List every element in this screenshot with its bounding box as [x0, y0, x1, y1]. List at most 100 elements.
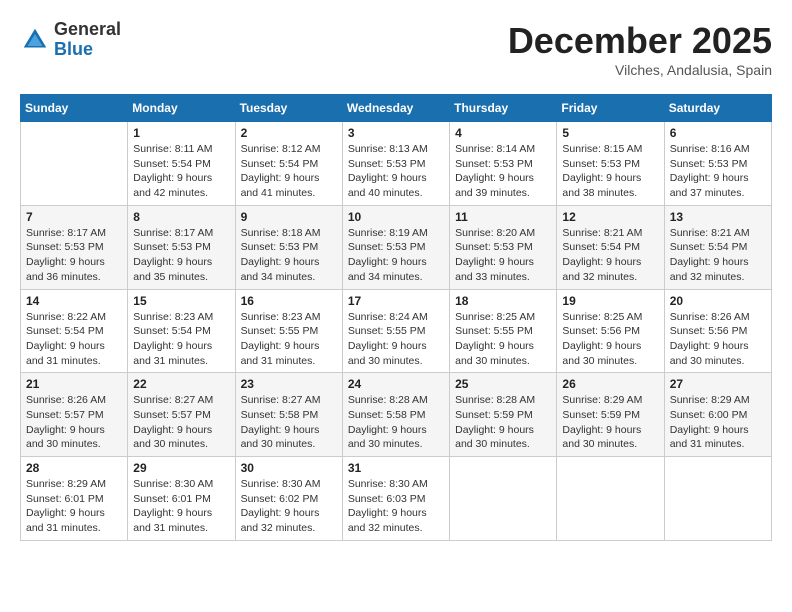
day-number: 20 — [670, 294, 766, 308]
calendar-cell — [557, 457, 664, 541]
day-info: Sunrise: 8:26 AMSunset: 5:57 PMDaylight:… — [26, 393, 122, 452]
day-number: 7 — [26, 210, 122, 224]
logo-text: General Blue — [54, 20, 121, 60]
calendar-cell: 20 Sunrise: 8:26 AMSunset: 5:56 PMDayligh… — [664, 289, 771, 373]
calendar-cell: 11 Sunrise: 8:20 AMSunset: 5:53 PMDayligh… — [450, 205, 557, 289]
day-number: 27 — [670, 377, 766, 391]
calendar-cell: 16 Sunrise: 8:23 AMSunset: 5:55 PMDayligh… — [235, 289, 342, 373]
calendar-cell: 17Sunrise: 8:24 AMSunset: 5:55 PMDayligh… — [342, 289, 449, 373]
day-info: Sunrise: 8:25 AMSunset: 5:56 PMDaylight:… — [562, 310, 658, 369]
calendar-body: 1 Sunrise: 8:11 AMSunset: 5:54 PMDaylight… — [21, 122, 772, 541]
calendar-cell — [450, 457, 557, 541]
day-info: Sunrise: 8:26 AMSunset: 5:56 PMDaylight:… — [670, 310, 766, 369]
logo-icon — [20, 25, 50, 55]
day-number: 25 — [455, 377, 551, 391]
calendar-cell — [664, 457, 771, 541]
calendar-week-row: 28 Sunrise: 8:29 AMSunset: 6:01 PMDayligh… — [21, 457, 772, 541]
day-info: Sunrise: 8:15 AMSunset: 5:53 PMDaylight:… — [562, 142, 658, 201]
calendar-cell: 14 Sunrise: 8:22 AMSunset: 5:54 PMDayligh… — [21, 289, 128, 373]
weekday-header: Sunday — [21, 95, 128, 122]
day-info: Sunrise: 8:19 AMSunset: 5:53 PMDaylight:… — [348, 226, 444, 285]
calendar-cell: 25 Sunrise: 8:28 AMSunset: 5:59 PMDayligh… — [450, 373, 557, 457]
weekday-header: Tuesday — [235, 95, 342, 122]
day-info: Sunrise: 8:13 AMSunset: 5:53 PMDaylight:… — [348, 142, 444, 201]
calendar-header: SundayMondayTuesdayWednesdayThursdayFrid… — [21, 95, 772, 122]
day-number: 29 — [133, 461, 229, 475]
title-block: December 2025 Vilches, Andalusia, Spain — [508, 20, 772, 78]
calendar-cell: 24 Sunrise: 8:28 AMSunset: 5:58 PMDayligh… — [342, 373, 449, 457]
month-title: December 2025 — [508, 20, 772, 62]
day-number: 22 — [133, 377, 229, 391]
calendar-table: SundayMondayTuesdayWednesdayThursdayFrid… — [20, 94, 772, 541]
calendar-week-row: 14 Sunrise: 8:22 AMSunset: 5:54 PMDayligh… — [21, 289, 772, 373]
calendar-cell: 30 Sunrise: 8:30 AMSunset: 6:02 PMDayligh… — [235, 457, 342, 541]
calendar-cell: 10 Sunrise: 8:19 AMSunset: 5:53 PMDayligh… — [342, 205, 449, 289]
day-info: Sunrise: 8:27 AMSunset: 5:58 PMDaylight:… — [241, 393, 337, 452]
calendar-cell: 21 Sunrise: 8:26 AMSunset: 5:57 PMDayligh… — [21, 373, 128, 457]
day-info: Sunrise: 8:20 AMSunset: 5:53 PMDaylight:… — [455, 226, 551, 285]
calendar-week-row: 21 Sunrise: 8:26 AMSunset: 5:57 PMDayligh… — [21, 373, 772, 457]
day-number: 11 — [455, 210, 551, 224]
weekday-header: Saturday — [664, 95, 771, 122]
day-info: Sunrise: 8:29 AMSunset: 6:01 PMDaylight:… — [26, 477, 122, 536]
day-number: 9 — [241, 210, 337, 224]
day-number: 21 — [26, 377, 122, 391]
day-number: 14 — [26, 294, 122, 308]
day-number: 26 — [562, 377, 658, 391]
day-number: 16 — [241, 294, 337, 308]
calendar-cell — [21, 122, 128, 206]
day-number: 12 — [562, 210, 658, 224]
calendar-cell: 6Sunrise: 8:16 AMSunset: 5:53 PMDaylight… — [664, 122, 771, 206]
day-info: Sunrise: 8:11 AMSunset: 5:54 PMDaylight:… — [133, 142, 229, 201]
day-number: 30 — [241, 461, 337, 475]
day-info: Sunrise: 8:17 AMSunset: 5:53 PMDaylight:… — [26, 226, 122, 285]
day-info: Sunrise: 8:23 AMSunset: 5:54 PMDaylight:… — [133, 310, 229, 369]
calendar-cell: 3Sunrise: 8:13 AMSunset: 5:53 PMDaylight… — [342, 122, 449, 206]
day-info: Sunrise: 8:16 AMSunset: 5:53 PMDaylight:… — [670, 142, 766, 201]
calendar-cell: 27 Sunrise: 8:29 AMSunset: 6:00 PMDayligh… — [664, 373, 771, 457]
calendar-week-row: 7 Sunrise: 8:17 AMSunset: 5:53 PMDaylight… — [21, 205, 772, 289]
day-info: Sunrise: 8:29 AMSunset: 6:00 PMDaylight:… — [670, 393, 766, 452]
calendar-cell: 22 Sunrise: 8:27 AMSunset: 5:57 PMDayligh… — [128, 373, 235, 457]
weekday-header: Wednesday — [342, 95, 449, 122]
calendar-cell: 31Sunrise: 8:30 AMSunset: 6:03 PMDayligh… — [342, 457, 449, 541]
weekday-header-row: SundayMondayTuesdayWednesdayThursdayFrid… — [21, 95, 772, 122]
day-info: Sunrise: 8:18 AMSunset: 5:53 PMDaylight:… — [241, 226, 337, 285]
day-number: 13 — [670, 210, 766, 224]
day-number: 2 — [241, 126, 337, 140]
calendar-cell: 13Sunrise: 8:21 AMSunset: 5:54 PMDayligh… — [664, 205, 771, 289]
day-number: 31 — [348, 461, 444, 475]
day-number: 10 — [348, 210, 444, 224]
day-info: Sunrise: 8:29 AMSunset: 5:59 PMDaylight:… — [562, 393, 658, 452]
calendar-cell: 28 Sunrise: 8:29 AMSunset: 6:01 PMDayligh… — [21, 457, 128, 541]
logo-general: General — [54, 20, 121, 40]
calendar-cell: 7 Sunrise: 8:17 AMSunset: 5:53 PMDaylight… — [21, 205, 128, 289]
calendar-cell: 8 Sunrise: 8:17 AMSunset: 5:53 PMDaylight… — [128, 205, 235, 289]
day-info: Sunrise: 8:30 AMSunset: 6:01 PMDaylight:… — [133, 477, 229, 536]
day-info: Sunrise: 8:27 AMSunset: 5:57 PMDaylight:… — [133, 393, 229, 452]
day-info: Sunrise: 8:23 AMSunset: 5:55 PMDaylight:… — [241, 310, 337, 369]
calendar-cell: 5Sunrise: 8:15 AMSunset: 5:53 PMDaylight… — [557, 122, 664, 206]
day-info: Sunrise: 8:30 AMSunset: 6:02 PMDaylight:… — [241, 477, 337, 536]
day-info: Sunrise: 8:22 AMSunset: 5:54 PMDaylight:… — [26, 310, 122, 369]
calendar-cell: 18Sunrise: 8:25 AMSunset: 5:55 PMDayligh… — [450, 289, 557, 373]
day-info: Sunrise: 8:28 AMSunset: 5:59 PMDaylight:… — [455, 393, 551, 452]
day-number: 28 — [26, 461, 122, 475]
day-number: 17 — [348, 294, 444, 308]
calendar-cell: 23 Sunrise: 8:27 AMSunset: 5:58 PMDayligh… — [235, 373, 342, 457]
day-info: Sunrise: 8:17 AMSunset: 5:53 PMDaylight:… — [133, 226, 229, 285]
day-info: Sunrise: 8:12 AMSunset: 5:54 PMDaylight:… — [241, 142, 337, 201]
day-number: 1 — [133, 126, 229, 140]
calendar-cell: 9 Sunrise: 8:18 AMSunset: 5:53 PMDaylight… — [235, 205, 342, 289]
weekday-header: Monday — [128, 95, 235, 122]
calendar-cell: 4Sunrise: 8:14 AMSunset: 5:53 PMDaylight… — [450, 122, 557, 206]
day-number: 18 — [455, 294, 551, 308]
day-number: 23 — [241, 377, 337, 391]
day-info: Sunrise: 8:28 AMSunset: 5:58 PMDaylight:… — [348, 393, 444, 452]
logo-blue: Blue — [54, 40, 121, 60]
logo: General Blue — [20, 20, 121, 60]
weekday-header: Thursday — [450, 95, 557, 122]
day-number: 24 — [348, 377, 444, 391]
day-number: 8 — [133, 210, 229, 224]
day-number: 19 — [562, 294, 658, 308]
